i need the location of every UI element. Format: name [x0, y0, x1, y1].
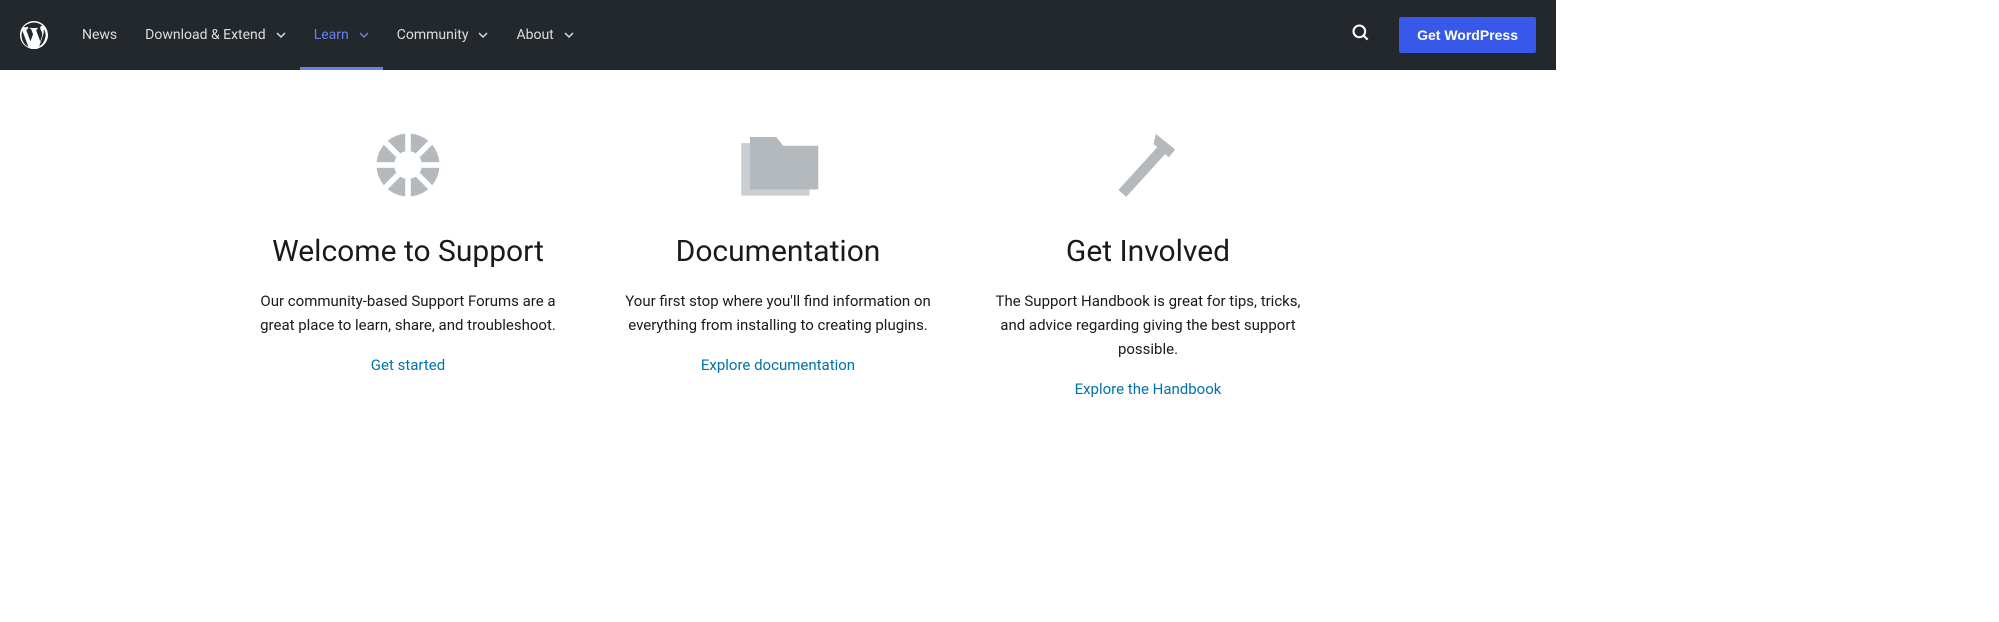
lifesaver-icon — [248, 120, 568, 210]
card-documentation: Documentation Your first stop where you'l… — [618, 120, 938, 398]
cards-container: Welcome to Support Our community-based Su… — [228, 70, 1328, 438]
nav-item-label: About — [516, 27, 553, 43]
header-right: Get WordPress — [1343, 15, 1536, 55]
card-get-involved: Get Involved The Support Handbook is grea… — [988, 120, 1308, 398]
nav-item-label: News — [82, 27, 117, 43]
hammer-icon — [988, 120, 1308, 210]
chevron-down-icon — [276, 30, 286, 40]
get-wordpress-button[interactable]: Get WordPress — [1399, 17, 1536, 53]
card-description: The Support Handbook is great for tips, … — [988, 289, 1308, 361]
card-title: Get Involved — [988, 234, 1308, 269]
card-description: Our community-based Support Forums are a… — [248, 289, 568, 337]
nav-item-download-extend[interactable]: Download & Extend — [131, 0, 300, 70]
card-link[interactable]: Explore documentation — [701, 356, 855, 374]
nav-item-news[interactable]: News — [68, 0, 131, 70]
card-description: Your first stop where you'll find inform… — [618, 289, 938, 337]
wordpress-logo-icon[interactable] — [20, 21, 48, 49]
nav-item-about[interactable]: About — [502, 0, 587, 70]
main-nav: News Download & Extend Learn Community About — [68, 0, 588, 70]
nav-item-label: Community — [397, 27, 469, 43]
card-welcome-to-support: Welcome to Support Our community-based Su… — [248, 120, 568, 398]
card-title: Welcome to Support — [248, 234, 568, 269]
header: News Download & Extend Learn Community About… — [0, 0, 1556, 70]
nav-item-label: Download & Extend — [145, 27, 266, 43]
folder-icon — [618, 120, 938, 210]
nav-item-label: Learn — [314, 27, 349, 43]
chevron-down-icon — [359, 30, 369, 40]
chevron-down-icon — [478, 30, 488, 40]
nav-item-community[interactable]: Community — [383, 0, 503, 70]
card-title: Documentation — [618, 234, 938, 269]
chevron-down-icon — [564, 30, 574, 40]
search-icon[interactable] — [1343, 15, 1379, 55]
nav-item-learn[interactable]: Learn — [300, 0, 383, 70]
card-link[interactable]: Explore the Handbook — [1075, 380, 1222, 398]
card-link[interactable]: Get started — [371, 356, 445, 374]
